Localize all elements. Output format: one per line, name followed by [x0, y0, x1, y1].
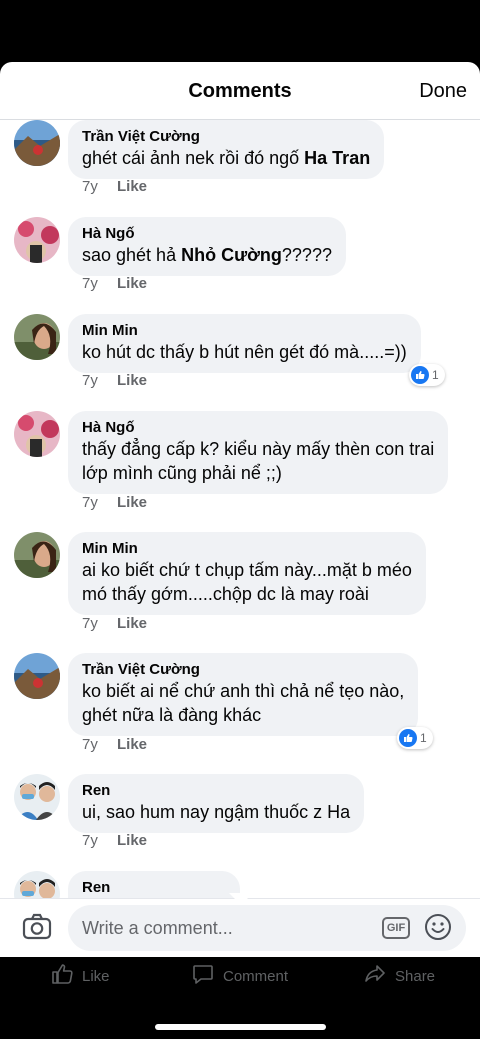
avatar[interactable] [14, 774, 60, 820]
reaction-count: 1 [432, 368, 439, 382]
comment-bubble: Hà Ngố sao ghét hả Nhỏ Cường????? [68, 217, 346, 276]
comment-meta: 7y Like [82, 736, 147, 753]
comment-age: 7y [82, 275, 98, 292]
comment-author[interactable]: Hà Ngố [82, 224, 332, 243]
comment-bubble: Trần Việt Cường ghét cái ảnh nek rồi đó … [68, 120, 385, 179]
like-action-button[interactable]: Like [50, 962, 110, 990]
comment-bubble: Hà Ngố thấy đẳng cấp k? kiểu này mấy thè… [68, 411, 449, 494]
camera-icon[interactable] [21, 911, 53, 943]
avatar[interactable] [14, 653, 60, 699]
comment-text: ai ko biết chứ t chụp tấm này...mặt b mé… [82, 560, 412, 604]
like-reaction-icon [399, 729, 417, 747]
comment-meta: 7y Like [82, 275, 147, 292]
comment-action-label: Comment [223, 967, 289, 985]
mention-link[interactable]: Ha Tran [304, 148, 370, 168]
like-button[interactable]: Like [117, 275, 147, 292]
comment-age: 7y [82, 615, 98, 632]
avatar[interactable] [14, 532, 60, 578]
comment-bubble: Min Min ko hút dc thấy b hút nên gét đó … [68, 314, 421, 373]
comments-sheet: Comments Done Trần Việt Cường ghét cái ả… [0, 62, 480, 957]
comment-author[interactable]: Min Min [82, 539, 412, 558]
avatar[interactable] [14, 314, 60, 360]
comment-meta: 7y Like [82, 178, 147, 195]
comment-age: 7y [82, 736, 98, 753]
comment-bubble: Ren [68, 871, 240, 898]
comment-text: ko hút dc thấy b hút nên gét đó mà.....=… [82, 342, 407, 362]
share-action-button[interactable]: Share [363, 962, 435, 990]
comment-list[interactable]: Trần Việt Cường ghét cái ảnh nek rồi đó … [0, 120, 480, 898]
reaction-badge[interactable]: 1 [409, 364, 445, 386]
emoji-icon[interactable] [424, 913, 452, 941]
avatar[interactable] [14, 411, 60, 457]
like-button[interactable]: Like [117, 832, 147, 849]
comment-author[interactable]: Hà Ngố [82, 418, 434, 437]
avatar[interactable] [14, 120, 60, 166]
share-action-label: Share [395, 967, 436, 985]
avatar[interactable] [14, 871, 60, 898]
comment-age: 7y [82, 372, 98, 389]
comment-author[interactable]: Trần Việt Cường [82, 127, 370, 146]
sheet-header: Comments Done [0, 62, 480, 120]
thumbs-up-icon [50, 962, 74, 990]
comment-age: 7y [82, 178, 98, 195]
reaction-badge[interactable]: 1 [397, 727, 433, 749]
page-title: Comments [188, 80, 292, 102]
reaction-count: 1 [420, 731, 427, 745]
comment-composer: GIF [0, 898, 480, 957]
comment-author[interactable]: Min Min [82, 321, 407, 340]
like-button[interactable]: Like [117, 178, 147, 195]
comment-meta: 7y Like [82, 832, 147, 849]
post-action-bar: Like Comment Share [0, 958, 480, 996]
comment-text: sao ghét hả Nhỏ Cường????? [82, 245, 332, 265]
comment-author[interactable]: Ren [82, 781, 350, 800]
comment-bubble: Min Min ai ko biết chứ t chụp tấm này...… [68, 532, 426, 615]
avatar[interactable] [14, 217, 60, 263]
share-arrow-icon [363, 962, 387, 990]
comment-meta: 7y Like [82, 372, 147, 389]
comment-action-button[interactable]: Comment [191, 962, 288, 990]
comment-bubble-icon [191, 962, 215, 990]
home-indicator[interactable] [155, 1024, 326, 1030]
comment-author[interactable]: Trần Việt Cường [82, 660, 404, 679]
gif-button[interactable]: GIF [382, 917, 410, 939]
comment-age: 7y [82, 494, 98, 511]
comment-bubble: Ren ui, sao hum nay ngậm thuốc z Ha [68, 774, 365, 833]
comment-text: ui, sao hum nay ngậm thuốc z Ha [82, 802, 351, 822]
comment-text: ghét cái ảnh nek rồi đó ngố Ha Tran [82, 148, 371, 168]
comment-bubble: Trần Việt Cường ko biết ai nể chứ anh th… [68, 653, 419, 736]
like-action-label: Like [82, 967, 110, 985]
done-button[interactable]: Done [419, 80, 467, 103]
like-reaction-icon [411, 366, 429, 384]
mention-link[interactable]: Nhỏ Cường [181, 245, 282, 265]
comment-age: 7y [82, 832, 98, 849]
like-button[interactable]: Like [117, 736, 147, 753]
sheet-pointer [229, 893, 253, 905]
comment-meta: 7y Like [82, 615, 147, 632]
like-button[interactable]: Like [117, 372, 147, 389]
like-button[interactable]: Like [117, 494, 147, 511]
comment-meta: 7y Like [82, 494, 147, 511]
comment-author[interactable]: Ren [82, 878, 226, 897]
comment-text: thấy đẳng cấp k? kiểu này mấy thèn con t… [82, 439, 435, 483]
like-button[interactable]: Like [117, 615, 147, 632]
comment-text: ko biết ai nể chứ anh thì chả nể tẹo nào… [82, 681, 405, 725]
